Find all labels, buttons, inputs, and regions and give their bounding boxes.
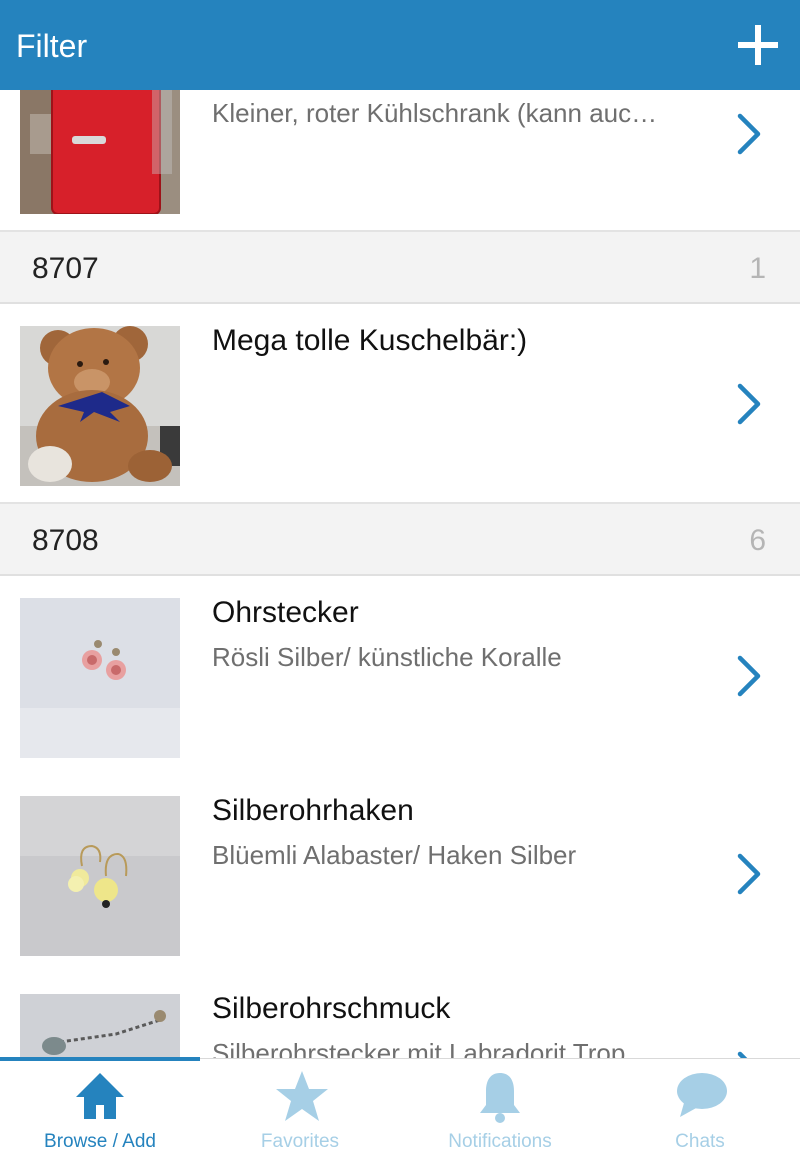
tab-label: Browse / Add (44, 1131, 156, 1152)
tab-label: Notifications (448, 1131, 552, 1152)
section-header: 8707 1 (0, 232, 800, 304)
chat-bubble-icon (677, 1073, 727, 1117)
tab-notifications[interactable]: Notifications (400, 1059, 600, 1156)
item-subtitle: Kleiner, roter Kühlschrank (kann auc… (212, 98, 658, 128)
section-label: 8708 (32, 524, 99, 557)
item-title: Mega tolle Kuschelbär:) (212, 324, 528, 357)
item-thumbnail (20, 326, 180, 486)
item-subtitle: Rösli Silber/ künstliche Koralle (212, 642, 562, 672)
chevron-right-icon (737, 853, 761, 895)
section-header: 8708 6 (0, 504, 800, 576)
flower-earrings-image (20, 796, 180, 956)
item-thumbnail (20, 796, 180, 956)
list-item[interactable]: Ohrstecker Rösli Silber/ künstliche Kora… (0, 576, 800, 776)
section-count: 6 (749, 524, 766, 557)
filter-button[interactable]: Filter (16, 26, 87, 66)
item-title: Silberohrhaken (212, 794, 414, 827)
tab-favorites[interactable]: Favorites (200, 1059, 400, 1156)
chevron-right-icon (737, 655, 761, 697)
list-item[interactable]: Silberohrhaken Blüemli Alabaster/ Haken … (0, 774, 800, 974)
tab-chats[interactable]: Chats (600, 1059, 800, 1156)
home-icon (76, 1073, 124, 1119)
bell-icon (480, 1073, 520, 1123)
add-button[interactable] (738, 22, 780, 68)
item-thumbnail (20, 598, 180, 758)
app-window: Kleiner, roter Kühlschrank (kann auc… 87… (0, 0, 800, 1156)
chevron-right-icon (737, 383, 761, 425)
item-title: Silberohrschmuck (212, 992, 451, 1025)
chevron-right-icon (737, 113, 761, 155)
star-icon (276, 1071, 328, 1121)
list-item[interactable]: Mega tolle Kuschelbär:) (0, 304, 800, 504)
tab-label: Favorites (260, 1131, 340, 1152)
item-subtitle: Blüemli Alabaster/ Haken Silber (212, 840, 577, 870)
rose-earrings-image (20, 598, 180, 758)
bottom-tab-bar: Browse / Add Favorites Notifications Cha… (0, 1057, 800, 1156)
top-navigation-bar: Filter (0, 0, 800, 90)
teddy-bear-image (20, 326, 180, 486)
item-title: Ohrstecker (212, 596, 359, 629)
section-count: 1 (749, 252, 766, 285)
tab-label: Chats (675, 1131, 725, 1152)
section-label: 8707 (32, 252, 99, 285)
tab-browse-add[interactable]: Browse / Add (0, 1059, 200, 1156)
